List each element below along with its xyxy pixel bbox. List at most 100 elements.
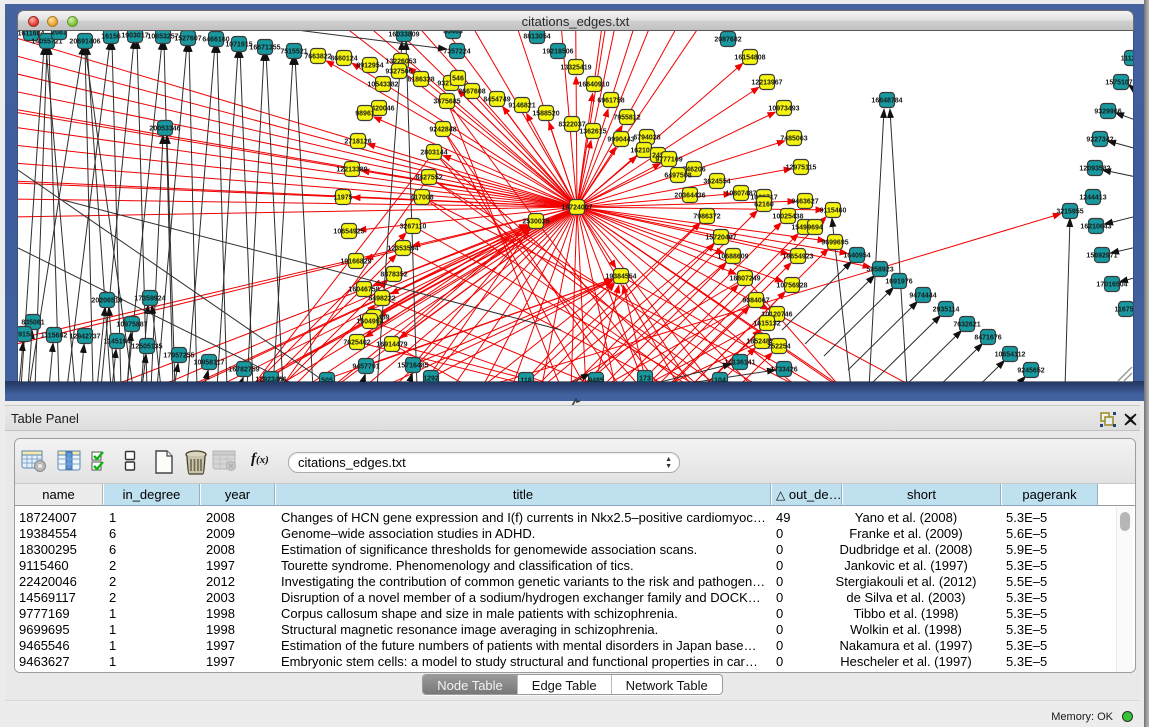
svg-text:1145194: 1145194 [104,339,131,346]
svg-text:9777169: 9777169 [655,157,682,164]
svg-text:9242848: 9242848 [429,127,456,134]
svg-text:1588520: 1588520 [532,111,559,118]
svg-text:1362615: 1362615 [579,129,606,136]
svg-text:9146821: 9146821 [508,103,535,110]
svg-text:3875685: 3875685 [433,99,460,106]
svg-text:19384554: 19384554 [605,274,636,281]
svg-text:252254: 252254 [767,344,790,351]
svg-text:16648784: 16648784 [871,98,902,105]
svg-text:12942737: 12942737 [69,334,100,341]
svg-text:6794028: 6794028 [633,135,660,142]
svg-text:9457791: 9457791 [352,364,379,371]
svg-text:12213389: 12213389 [336,167,367,174]
svg-text:8427552: 8427552 [415,175,442,182]
svg-text:8813054: 8813054 [523,34,550,41]
svg-text:6497508: 6497508 [664,173,691,180]
svg-text:8454749: 8454749 [483,97,510,104]
svg-text:1733426: 1733426 [770,367,797,374]
svg-text:9990443: 9990443 [607,137,634,144]
svg-text:1527607: 1527607 [174,36,201,43]
svg-text:20364436: 20364436 [674,193,705,200]
svg-text:12353594: 12353594 [387,246,418,253]
svg-text:13325419: 13325419 [560,65,591,72]
svg-text:16782759: 16782759 [228,367,259,374]
svg-text:8878352: 8878352 [380,272,407,279]
svg-text:16154808: 16154808 [734,55,765,62]
svg-text:16210643: 16210643 [1080,224,1111,231]
svg-text:9327500: 9327500 [385,69,412,76]
svg-text:10654112: 10654112 [995,352,1026,359]
svg-text:20206516: 20206516 [91,298,122,305]
svg-text:17359924: 17359924 [134,296,165,303]
svg-text:15720407: 15720407 [705,235,736,242]
svg-text:19166829: 19166829 [340,259,371,266]
svg-text:12213967: 12213967 [751,80,782,87]
svg-text:5498222: 5498222 [368,296,395,303]
svg-text:546: 546 [452,76,464,83]
svg-text:1604994: 1604994 [356,319,383,326]
svg-text:16156: 16156 [101,34,121,41]
svg-text:62160: 62160 [754,202,774,209]
svg-text:17016504: 17016504 [1096,282,1127,289]
svg-text:20691406: 20691406 [69,39,100,46]
svg-text:8660124: 8660124 [330,56,357,63]
svg-text:2667608: 2667608 [458,89,485,96]
svg-text:2803144: 2803144 [420,150,447,157]
svg-text:10654925: 10654925 [333,229,364,236]
svg-text:9699695: 9699695 [821,240,848,247]
svg-text:10543382: 10543382 [367,82,398,89]
svg-text:14136141: 14136141 [724,360,755,367]
svg-text:12505135: 12505135 [131,344,162,351]
svg-text:8186328: 8186328 [407,77,434,84]
svg-text:12093582: 12093582 [1079,166,1110,173]
svg-text:11975: 11975 [333,195,352,202]
svg-text:15716485: 15716485 [397,363,428,370]
svg-text:10688609: 10688609 [717,254,748,261]
svg-text:80463: 80463 [443,31,463,36]
svg-text:16914479: 16914479 [376,342,407,349]
svg-text:417008: 417008 [410,195,433,202]
svg-text:7955812: 7955812 [613,115,640,122]
svg-text:15692971: 15692971 [1086,253,1117,260]
svg-text:2087682: 2087682 [714,37,741,44]
svg-text:16033809: 16033809 [388,32,419,39]
svg-text:18724007: 18724007 [561,205,592,212]
svg-text:8322037: 8322037 [558,122,585,129]
svg-text:3624554: 3624554 [703,179,730,186]
svg-text:116753: 116753 [1115,307,1134,314]
svg-text:1640954: 1640954 [843,253,870,260]
svg-text:39154: 39154 [18,332,34,339]
svg-text:19654923: 19654923 [782,254,813,261]
svg-text:12975115: 12975115 [786,165,817,172]
svg-text:7663822: 7663822 [304,54,331,61]
svg-text:17957255: 17957255 [163,353,194,360]
svg-text:7625402: 7625402 [343,340,370,347]
svg-text:16671355: 16671355 [249,45,280,52]
svg-text:10973493: 10973493 [768,106,799,113]
svg-text:6961758: 6961758 [597,98,624,105]
svg-text:3215955: 3215955 [1056,209,1083,216]
svg-text:7485063: 7485063 [780,136,807,143]
svg-text:2935114: 2935114 [933,307,960,314]
svg-text:2530025: 2530025 [522,219,549,226]
svg-text:9227342: 9227342 [1086,137,1113,144]
svg-text:18807249: 18807249 [729,276,760,283]
svg-text:19218506: 19218506 [542,49,573,56]
svg-text:98961: 98961 [355,111,375,118]
svg-text:9474444: 9474444 [909,293,936,300]
svg-text:8471676: 8471676 [974,335,1001,342]
svg-text:9463627: 9463627 [791,199,818,206]
svg-text:7632621: 7632621 [953,322,980,329]
svg-text:5958923: 5958923 [866,267,893,274]
svg-text:1115682: 1115682 [41,333,68,340]
svg-text:15751074: 15751074 [1105,80,1134,87]
svg-text:9115460: 9115460 [820,208,847,215]
svg-text:10756928: 10756928 [776,283,807,290]
svg-text:9329966: 9329966 [1094,109,1121,116]
svg-text:1244413: 1244413 [1079,195,1106,202]
svg-text:20053346: 20053346 [149,126,180,133]
svg-text:1691976: 1691976 [885,279,912,286]
svg-text:8912954: 8912954 [356,63,383,70]
svg-text:9694: 9694 [807,225,823,232]
svg-text:1615132: 1615132 [753,321,780,328]
